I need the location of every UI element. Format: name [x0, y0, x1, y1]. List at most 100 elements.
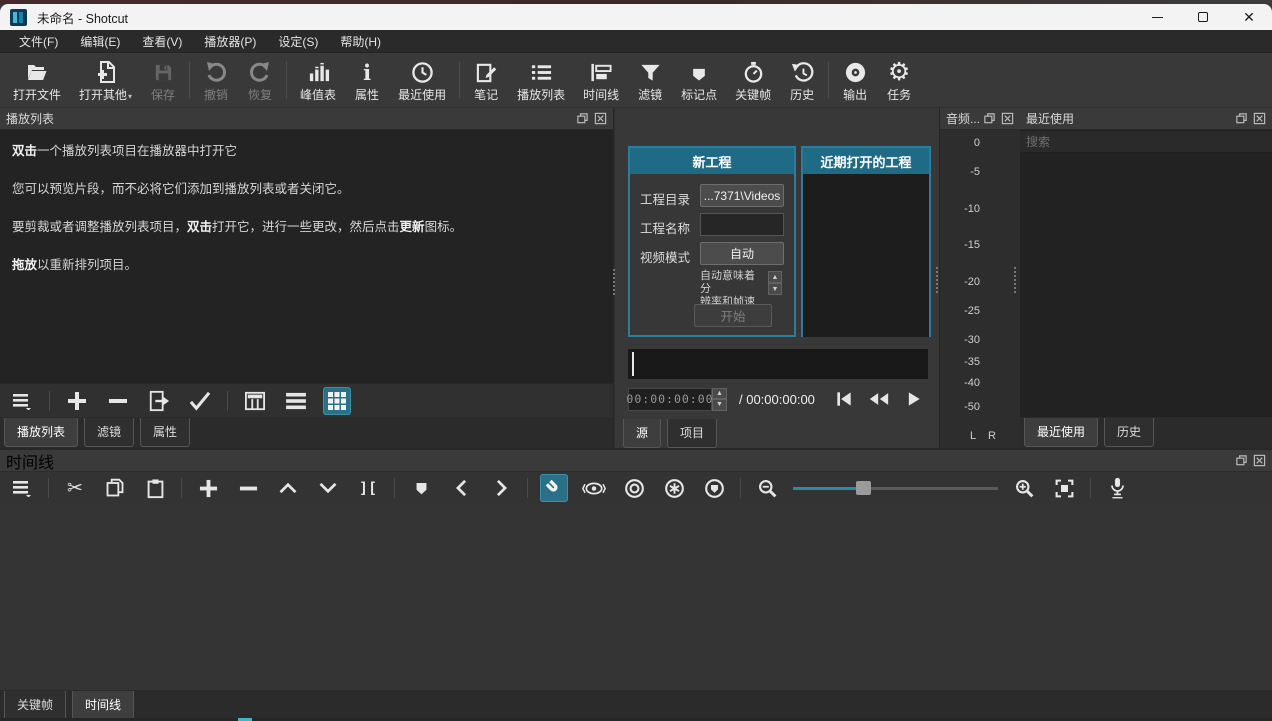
- maximize-button[interactable]: [1180, 4, 1226, 30]
- copy-button[interactable]: [101, 474, 129, 502]
- close-panel-icon[interactable]: [1253, 454, 1266, 467]
- playhead-cursor[interactable]: [632, 352, 634, 376]
- splitter-handle[interactable]: [1014, 267, 1016, 293]
- lift-button[interactable]: [274, 474, 302, 502]
- view-icons-button[interactable]: [323, 387, 351, 415]
- paste-button[interactable]: [141, 474, 169, 502]
- playlist-remove-button[interactable]: [104, 387, 132, 415]
- float-panel-icon[interactable]: [576, 112, 589, 125]
- output-button[interactable]: 输出: [833, 53, 877, 107]
- marker-button[interactable]: [407, 474, 435, 502]
- splitter-handle[interactable]: [936, 267, 938, 293]
- timeline-button[interactable]: 时间线: [574, 53, 628, 107]
- ripple-delete-button[interactable]: [234, 474, 262, 502]
- minimize-button[interactable]: [1134, 4, 1180, 30]
- undo-button[interactable]: 撤销: [194, 53, 238, 107]
- zoom-fit-button[interactable]: [1050, 474, 1078, 502]
- ripple-button[interactable]: [620, 474, 648, 502]
- tab-filters[interactable]: 滤镜: [84, 418, 134, 447]
- play-button[interactable]: [903, 389, 923, 409]
- close-panel-icon[interactable]: [594, 112, 607, 125]
- peak-meter-button[interactable]: 峰值表: [291, 53, 345, 107]
- timeline-menu-button[interactable]: [8, 474, 36, 502]
- tab-history[interactable]: 历史: [1104, 418, 1154, 447]
- tab-recent[interactable]: 最近使用: [1024, 418, 1098, 447]
- project-name-input[interactable]: [700, 213, 784, 236]
- open-file-button[interactable]: 打开文件: [4, 53, 70, 107]
- filters-button[interactable]: 滤镜: [628, 53, 672, 107]
- menu-file[interactable]: 文件(F): [10, 30, 67, 53]
- split-button[interactable]: ][: [354, 474, 382, 502]
- float-panel-icon[interactable]: [1235, 112, 1248, 125]
- tab-playlist[interactable]: 播放列表: [4, 418, 78, 447]
- keyframes-button[interactable]: 关键帧: [726, 53, 780, 107]
- scissors-icon: ✂: [67, 477, 83, 500]
- recent-projects-list[interactable]: [803, 174, 929, 337]
- save-button[interactable]: 保存: [141, 53, 185, 107]
- recent-search-input[interactable]: [1020, 130, 1272, 153]
- append-button[interactable]: [194, 474, 222, 502]
- properties-button[interactable]: i 属性: [345, 53, 389, 107]
- cut-button[interactable]: ✂: [61, 474, 89, 502]
- ripple-all-tracks-button[interactable]: [660, 474, 688, 502]
- player-scrubber[interactable]: [628, 349, 928, 379]
- playlist-open-button[interactable]: [145, 387, 173, 415]
- history-button[interactable]: 历史: [780, 53, 824, 107]
- view-details-button[interactable]: [241, 387, 269, 415]
- redo-button[interactable]: 恢复: [238, 53, 282, 107]
- video-mode-button[interactable]: 自动: [700, 242, 784, 265]
- rewind-button[interactable]: [867, 389, 891, 409]
- overwrite-button[interactable]: [314, 474, 342, 502]
- scroll-up-icon[interactable]: ▲: [768, 271, 782, 283]
- recent-list[interactable]: [1020, 153, 1272, 417]
- playlist-add-button[interactable]: [63, 387, 91, 415]
- tab-timeline[interactable]: 时间线: [72, 691, 134, 720]
- close-panel-icon[interactable]: [1253, 112, 1266, 125]
- playlist-button[interactable]: 播放列表: [508, 53, 574, 107]
- project-folder-button[interactable]: ...7371\Videos: [700, 184, 784, 207]
- ripple-markers-button[interactable]: [700, 474, 728, 502]
- float-panel-icon[interactable]: [983, 112, 996, 125]
- timeline-zoom-slider[interactable]: [793, 481, 998, 495]
- snap-button[interactable]: [540, 474, 568, 502]
- prev-marker-button[interactable]: [447, 474, 475, 502]
- skip-to-start-button[interactable]: [833, 389, 855, 409]
- scroll-down-icon[interactable]: ▼: [768, 283, 782, 295]
- timecode-input[interactable]: 00:00:00:00: [628, 388, 712, 411]
- playlist-update-button[interactable]: [186, 387, 214, 415]
- tasks-button[interactable]: ⚙ 任务: [877, 53, 921, 107]
- markers-button[interactable]: 标记点: [672, 53, 726, 107]
- menu-settings[interactable]: 设定(S): [269, 30, 327, 53]
- video-mode-label: 视频模式: [640, 247, 690, 266]
- timeline-tracks-icon: [589, 58, 613, 84]
- slider-handle[interactable]: [856, 481, 871, 495]
- menu-help[interactable]: 帮助(H): [331, 30, 390, 53]
- open-other-button[interactable]: 打开其他▾: [70, 53, 141, 107]
- menu-edit[interactable]: 编辑(E): [71, 30, 129, 53]
- record-audio-button[interactable]: [1103, 474, 1131, 502]
- timecode-down-icon[interactable]: ▼: [712, 399, 727, 411]
- splitter-handle[interactable]: [613, 269, 615, 295]
- tab-keyframes[interactable]: 关键帧: [4, 691, 66, 720]
- tab-properties[interactable]: 属性: [140, 418, 190, 447]
- zoom-out-button[interactable]: [753, 474, 781, 502]
- start-button[interactable]: 开始: [694, 304, 772, 327]
- timeline-tracks-area[interactable]: [0, 504, 1272, 690]
- next-marker-button[interactable]: [487, 474, 515, 502]
- notes-button[interactable]: 笔记: [464, 53, 508, 107]
- scrub-while-dragging-button[interactable]: [580, 474, 608, 502]
- playlist-menu-button[interactable]: [8, 387, 36, 415]
- transport-controls: 00:00:00:00 ▲ ▼ / 00:00:00:00: [628, 387, 939, 411]
- tab-project[interactable]: 项目: [667, 419, 717, 448]
- timecode-up-icon[interactable]: ▲: [712, 388, 727, 400]
- menu-view[interactable]: 查看(V): [133, 30, 191, 53]
- tab-source[interactable]: 源: [623, 419, 661, 448]
- float-panel-icon[interactable]: [1235, 454, 1248, 467]
- close-button[interactable]: ✕: [1226, 4, 1272, 30]
- menu-player[interactable]: 播放器(P): [195, 30, 265, 53]
- close-panel-icon[interactable]: [1001, 112, 1014, 125]
- zoom-in-button[interactable]: [1010, 474, 1038, 502]
- view-tiles-button[interactable]: [282, 387, 310, 415]
- recent-button[interactable]: 最近使用: [389, 53, 455, 107]
- window-title: 未命名 - Shotcut: [37, 8, 128, 27]
